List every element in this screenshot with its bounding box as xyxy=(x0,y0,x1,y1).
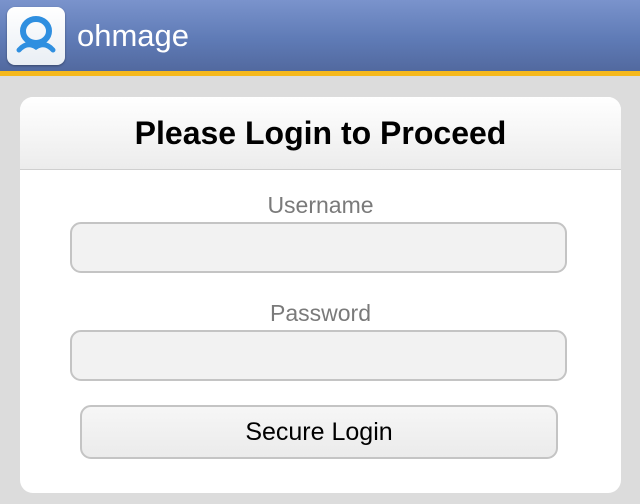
app-header: ohmage xyxy=(0,0,640,76)
ohmage-logo-icon[interactable] xyxy=(7,7,65,65)
login-card: Please Login to Proceed Username Passwor… xyxy=(20,97,621,493)
password-input[interactable] xyxy=(70,330,567,381)
password-label: Password xyxy=(270,300,371,326)
app-title: ohmage xyxy=(77,18,190,53)
login-card-header: Please Login to Proceed xyxy=(20,97,621,170)
ohmage-logo-graphic xyxy=(16,16,56,53)
username-input[interactable] xyxy=(70,222,567,273)
login-title: Please Login to Proceed xyxy=(134,115,507,151)
secure-login-button[interactable]: Secure Login xyxy=(80,405,558,459)
username-label: Username xyxy=(267,192,374,218)
